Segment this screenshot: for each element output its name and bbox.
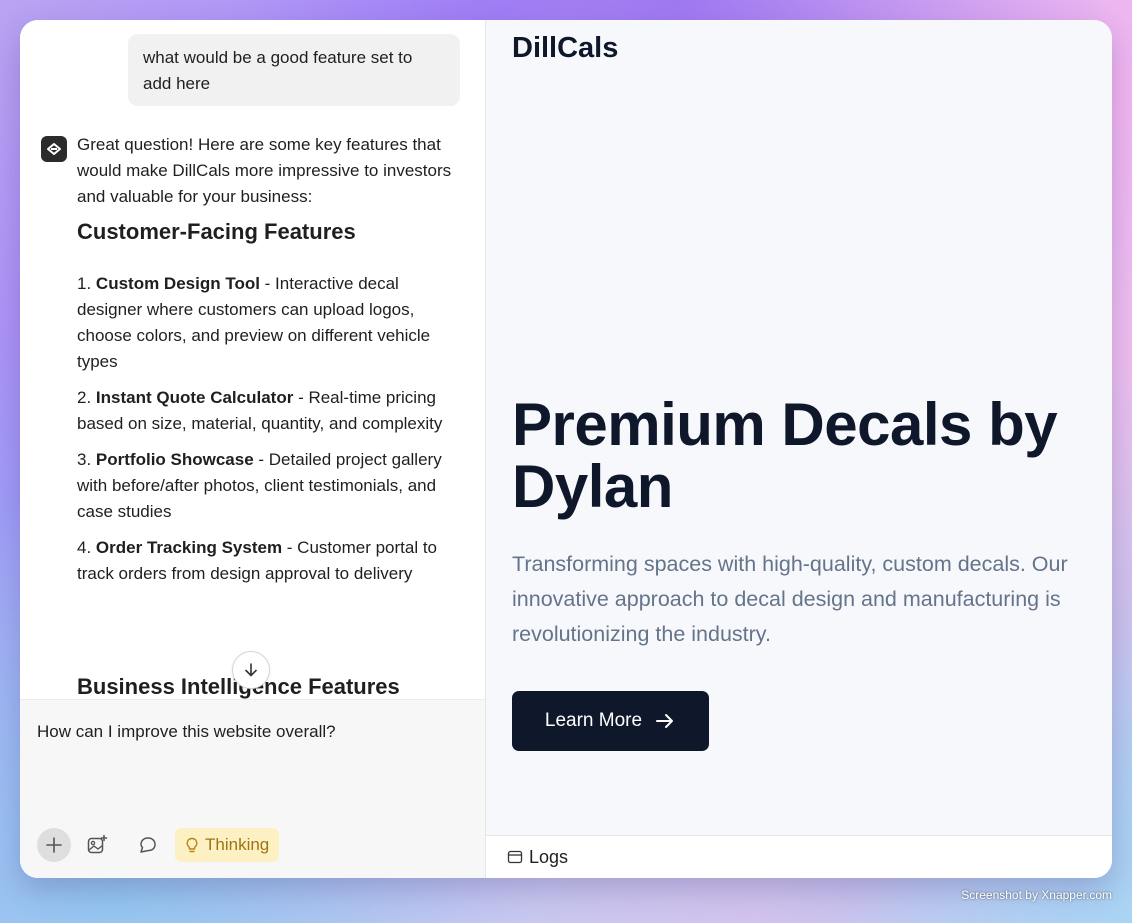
site-brand[interactable]: DillCals [512, 32, 618, 65]
app-window: what would be a good feature set to add … [20, 20, 1112, 878]
chat-bubble-icon [140, 837, 156, 853]
list-item: 3. Portfolio Showcase - Detailed project… [77, 450, 442, 521]
learn-more-button[interactable]: Learn More [512, 691, 709, 751]
logs-label: Logs [529, 846, 569, 867]
section-heading-customer: Customer-Facing Features [77, 219, 356, 244]
logs-tab[interactable]: Logs [486, 835, 1112, 878]
scroll-down-button[interactable] [232, 651, 270, 689]
learn-more-label: Learn More [544, 710, 643, 731]
list-item: 1. Custom Design Tool - Interactive deca… [77, 274, 431, 371]
add-image-button[interactable] [86, 834, 108, 856]
hero-title: Premium Decals by Dylan [512, 391, 1058, 520]
chat-mode-button[interactable] [137, 834, 159, 856]
add-attachment-button[interactable] [37, 828, 71, 862]
thinking-label: Thinking [205, 835, 270, 854]
thinking-toggle[interactable]: Thinking [175, 828, 280, 862]
composer: How can I improve this website overall? [20, 699, 485, 878]
chat-messages[interactable]: what would be a good feature set to add … [20, 20, 485, 699]
website-preview: DillCals Premium Decals by Dylan Transfo… [486, 20, 1112, 878]
plus-icon [46, 837, 62, 853]
message-input[interactable]: How can I improve this website overall? [37, 722, 336, 742]
lightbulb-icon [186, 837, 198, 853]
list-item: 4. Order Tracking System - Customer port… [77, 538, 438, 583]
window-icon [507, 850, 523, 864]
hero-subtitle: Transforming spaces with high-quality, c… [512, 552, 1068, 646]
assistant-intro: Great question! Here are some key featur… [77, 135, 452, 206]
feature-list: 1. Custom Design Tool - Interactive deca… [77, 271, 463, 587]
watermark: Screenshot by Xnapper.com [961, 888, 1112, 902]
assistant-logo-icon [41, 136, 67, 162]
list-item: 2. Instant Quote Calculator - Real-time … [77, 388, 443, 433]
arrow-down-icon [245, 663, 257, 677]
chat-panel: what would be a good feature set to add … [20, 20, 486, 878]
user-message: what would be a good feature set to add … [128, 34, 460, 106]
arrow-right-icon [656, 714, 674, 728]
image-plus-icon [87, 834, 108, 854]
assistant-message: Great question! Here are some key featur… [77, 132, 463, 597]
